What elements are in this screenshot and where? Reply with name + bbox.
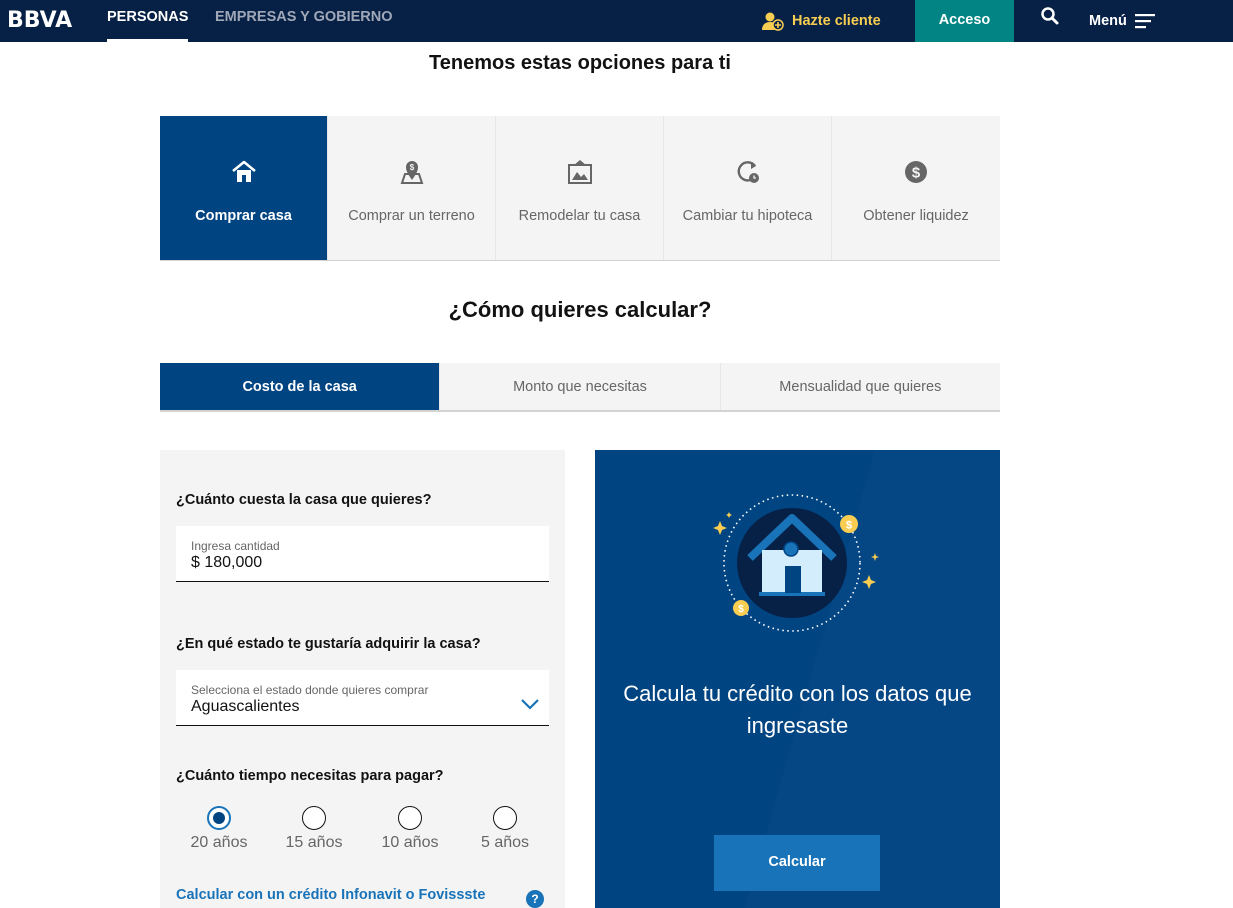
search-button[interactable] bbox=[1040, 6, 1064, 30]
hazte-cliente-label: Hazte cliente bbox=[792, 13, 881, 29]
price-input-label: Ingresa cantidad bbox=[191, 539, 280, 553]
radio-label: 5 años bbox=[480, 834, 530, 851]
options-title: Tenemos estas opciones para ti bbox=[429, 52, 731, 74]
active-tab-underline bbox=[107, 39, 189, 42]
term-radio-20[interactable]: 20 años bbox=[179, 806, 259, 852]
dollar-coin-icon: $ bbox=[905, 161, 927, 183]
question-price: ¿Cuánto cuesta la casa que quieres? bbox=[176, 492, 432, 508]
option-remodelar-casa[interactable]: Remodelar tu casa bbox=[496, 116, 664, 260]
menu-button[interactable]: Menú bbox=[1089, 0, 1155, 42]
bbva-logo[interactable]: BBVA bbox=[7, 7, 72, 35]
state-select[interactable]: Selecciona el estado donde quieres compr… bbox=[176, 670, 549, 726]
option-label: Comprar un terreno bbox=[348, 208, 475, 224]
nav-personas[interactable]: PERSONAS bbox=[107, 0, 189, 42]
acceso-button[interactable]: Acceso bbox=[915, 0, 1014, 42]
picture-frame-icon bbox=[567, 160, 592, 184]
radio-circle[interactable] bbox=[398, 806, 422, 830]
tab-costo-casa[interactable]: Costo de la casa bbox=[160, 363, 441, 410]
option-cambiar-hipoteca[interactable]: Cambiar tu hipoteca bbox=[664, 116, 832, 260]
result-panel: $ $ Calcula tu crédito con los datos que… bbox=[595, 450, 1000, 908]
tab-monto-necesitas[interactable]: Monto que necesitas bbox=[440, 363, 721, 410]
infonavit-link[interactable]: Calcular con un crédito Infonavit o Fovi… bbox=[176, 887, 485, 903]
calc-title: ¿Cómo quieres calcular? bbox=[448, 297, 712, 322]
svg-text:$: $ bbox=[738, 604, 744, 615]
term-radio-10[interactable]: 10 años bbox=[370, 806, 450, 852]
question-state: ¿En qué estado te gustaría adquirir la c… bbox=[176, 636, 481, 652]
state-select-label: Selecciona el estado donde quieres compr… bbox=[191, 683, 429, 697]
menu-label: Menú bbox=[1089, 13, 1127, 29]
option-label: Obtener liquidez bbox=[863, 208, 969, 224]
radio-label: 20 años bbox=[190, 834, 248, 851]
house-icon bbox=[231, 160, 256, 182]
svg-text:$: $ bbox=[846, 520, 852, 532]
option-label: Remodelar tu casa bbox=[518, 208, 641, 224]
price-input-value: $ 180,000 bbox=[191, 554, 263, 571]
radio-circle[interactable] bbox=[207, 806, 231, 830]
option-label: Cambiar tu hipoteca bbox=[682, 208, 813, 224]
state-select-value: Aguascalientes bbox=[191, 698, 300, 715]
tab-mensualidad[interactable]: Mensualidad que quieres bbox=[720, 363, 1000, 410]
svg-text:$: $ bbox=[912, 165, 921, 182]
nav-personas-label: PERSONAS bbox=[107, 9, 189, 25]
help-icon[interactable]: ? bbox=[526, 890, 544, 908]
nav-empresas-gobierno[interactable]: EMPRESAS Y GOBIERNO bbox=[215, 0, 393, 42]
calcular-button[interactable]: Calcular bbox=[714, 835, 880, 891]
option-comprar-casa[interactable]: Comprar casa bbox=[160, 116, 328, 260]
radio-label: 10 años bbox=[381, 834, 439, 851]
house-coins-illustration: $ $ bbox=[713, 494, 879, 632]
hazte-cliente-link[interactable]: Hazte cliente bbox=[762, 0, 881, 42]
search-icon bbox=[1041, 7, 1059, 25]
radio-circle[interactable] bbox=[493, 806, 517, 830]
option-label: Comprar casa bbox=[195, 208, 292, 224]
hamburger-icon bbox=[1134, 14, 1155, 29]
top-navigation-bar: BBVA PERSONAS EMPRESAS Y GOBIERNO Hazte … bbox=[0, 0, 1233, 42]
price-input[interactable]: Ingresa cantidad $ 180,000 bbox=[176, 526, 549, 582]
result-message: Calcula tu crédito con los datos que ing… bbox=[623, 681, 972, 738]
option-comprar-terreno[interactable]: $ Comprar un terreno bbox=[328, 116, 496, 260]
term-radio-5[interactable]: 5 años bbox=[465, 806, 545, 852]
options-tabs: Comprar casa $ Comprar un terreno Remode… bbox=[160, 116, 1000, 261]
radio-circle[interactable] bbox=[302, 806, 326, 830]
term-radio-15[interactable]: 15 años bbox=[274, 806, 354, 852]
map-pin-dollar-icon: $ bbox=[400, 161, 423, 184]
calculator-form: ¿Cuánto cuesta la casa que quieres? Ingr… bbox=[160, 450, 565, 908]
radio-label: 15 años bbox=[285, 834, 343, 851]
user-add-icon bbox=[762, 12, 784, 31]
question-term: ¿Cuánto tiempo necesitas para pagar? bbox=[176, 768, 444, 784]
option-obtener-liquidez[interactable]: $ Obtener liquidez bbox=[832, 116, 1000, 260]
chevron-down-icon bbox=[521, 699, 539, 710]
calc-mode-tabs: Costo de la casa Monto que necesitas Men… bbox=[160, 363, 1000, 412]
term-radio-group: 20 años 15 años 10 años 5 años bbox=[176, 806, 546, 856]
svg-text:$: $ bbox=[409, 163, 414, 172]
refresh-clock-icon bbox=[737, 161, 759, 183]
